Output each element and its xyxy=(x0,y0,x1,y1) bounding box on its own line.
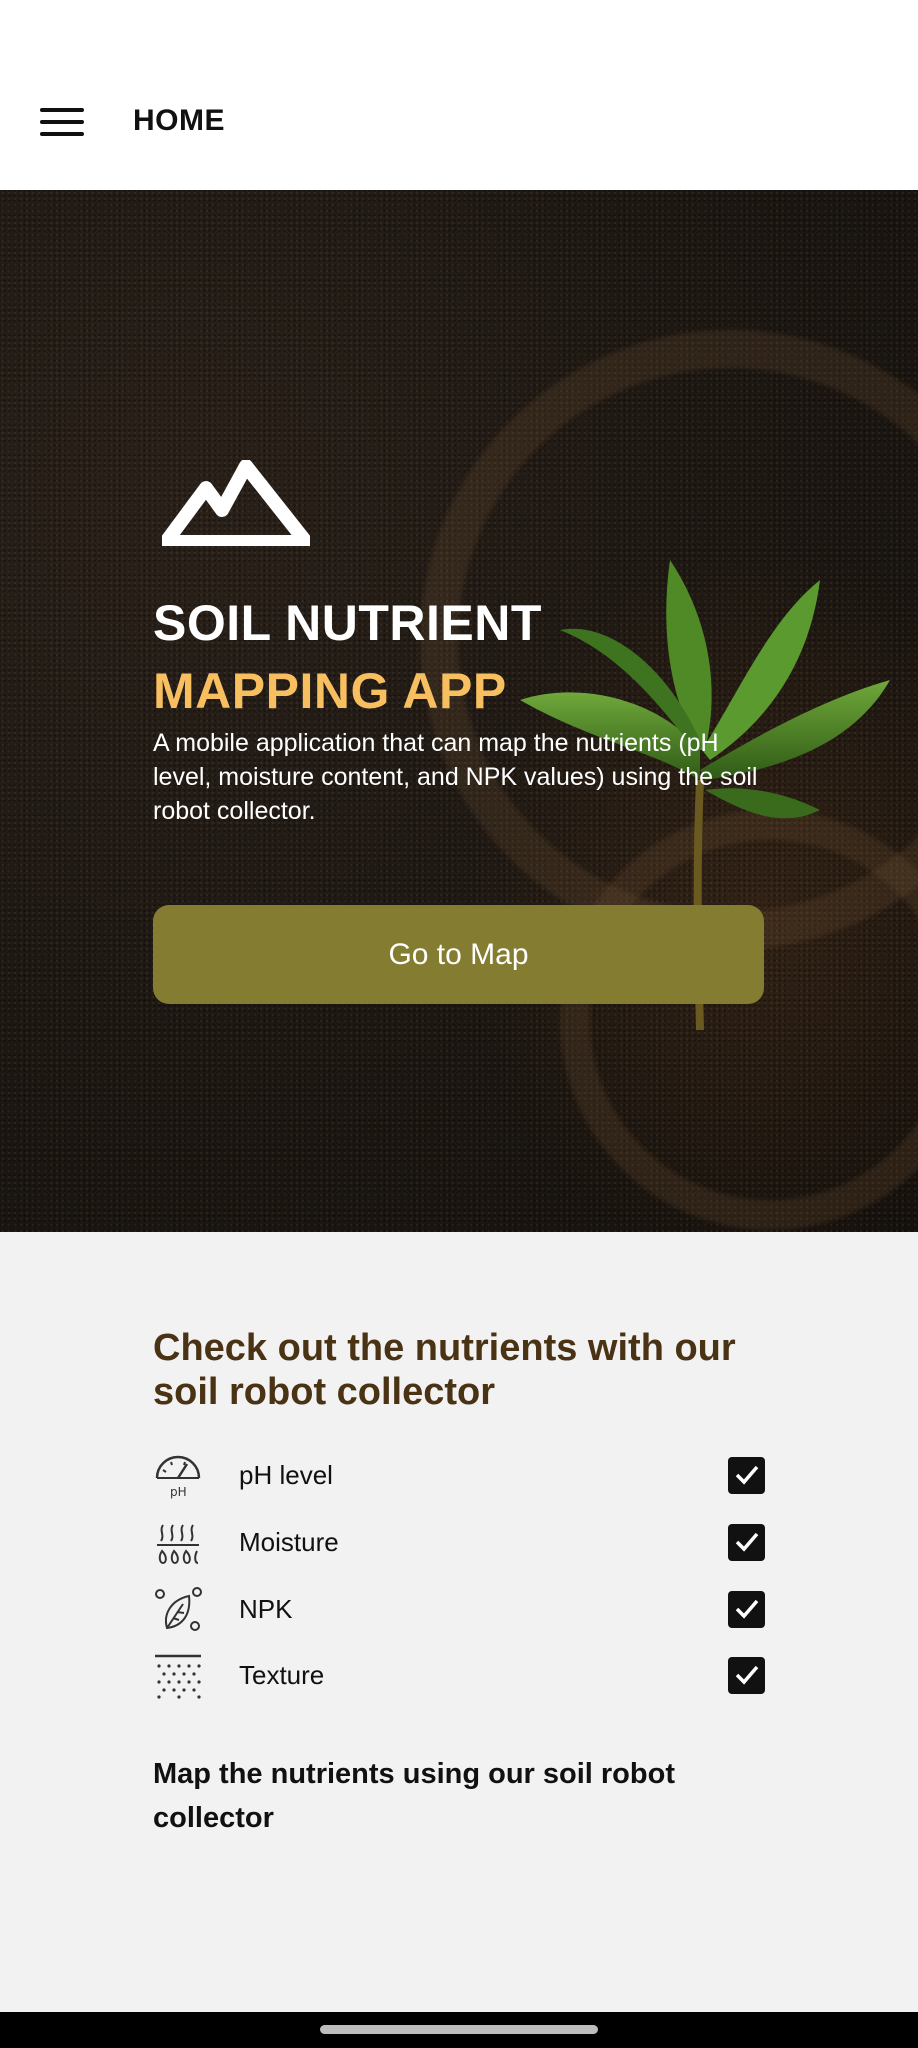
texture-icon xyxy=(155,1654,201,1699)
ph-gauge-icon: pH xyxy=(155,1455,201,1499)
checkmark-icon xyxy=(735,1599,758,1619)
npk-leaf-icon xyxy=(155,1587,202,1631)
nutrient-label: pH level xyxy=(239,1459,333,1490)
hero-description: A mobile application that can map the nu… xyxy=(153,729,758,825)
system-nav-bar xyxy=(0,2012,918,2048)
checkbox-ph[interactable] xyxy=(728,1456,765,1494)
checkmark-icon xyxy=(735,1465,758,1485)
checkbox-npk[interactable] xyxy=(728,1590,765,1628)
app-bar: HOME xyxy=(0,0,918,190)
checkmark-icon xyxy=(735,1665,758,1685)
nutrient-label: Texture xyxy=(239,1659,325,1690)
nutrient-row-ph: pH pH level xyxy=(153,1447,765,1503)
nutrient-label: Moisture xyxy=(239,1526,339,1557)
checkmark-icon xyxy=(735,1532,758,1552)
hero-title-line1: SOIL NUTRIENT xyxy=(153,595,542,651)
hamburger-menu-icon[interactable] xyxy=(36,102,88,142)
checkbox-texture[interactable] xyxy=(728,1656,765,1694)
svg-text:pH: pH xyxy=(170,1485,187,1499)
home-gesture-pill[interactable] xyxy=(320,2025,598,2034)
checkbox-moisture[interactable] xyxy=(728,1523,765,1561)
features-heading: Check out the nutrients with our soil ro… xyxy=(153,1327,736,1413)
mountain-logo-icon xyxy=(162,460,310,546)
go-to-map-button[interactable]: Go to Map xyxy=(153,905,764,1004)
nutrient-row-npk: NPK xyxy=(153,1581,765,1637)
hero-title-line2: MAPPING APP xyxy=(153,663,507,719)
map-subheading: Map the nutrients using our soil robot c… xyxy=(153,1758,675,1834)
nutrient-label: NPK xyxy=(239,1593,293,1624)
nutrient-row-moisture: Moisture xyxy=(153,1514,765,1570)
nutrient-row-texture: Texture xyxy=(153,1647,765,1703)
moisture-icon xyxy=(157,1524,199,1565)
page-title: HOME xyxy=(133,104,225,137)
